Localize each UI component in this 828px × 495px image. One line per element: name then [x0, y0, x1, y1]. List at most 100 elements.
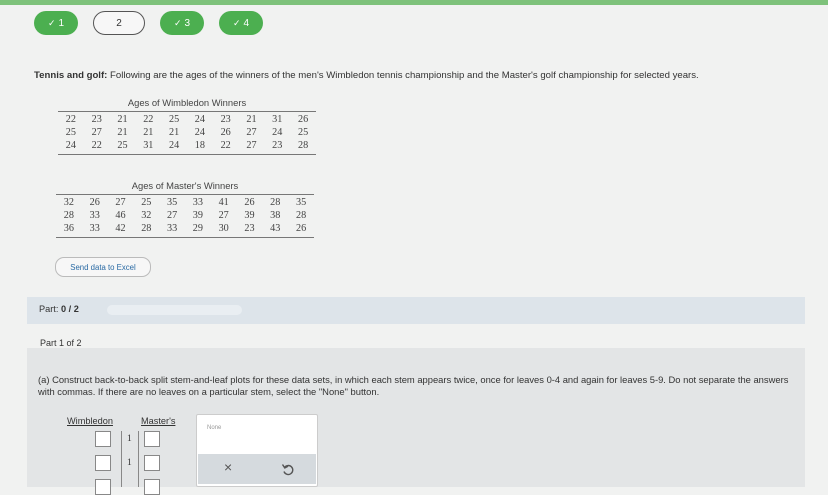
masters-column-label: Master's [141, 416, 176, 426]
question-number: 1 [58, 17, 65, 29]
part-label: Part: 0 / 2 [39, 304, 79, 314]
wimbledon-leaf-input[interactable] [95, 455, 111, 471]
table-cell: 33 [81, 222, 108, 238]
table-cell: 35 [159, 194, 185, 209]
table-cell: 27 [238, 139, 265, 155]
table-cell: 18 [186, 139, 213, 155]
table-cell: 21 [109, 111, 136, 126]
question-2-button[interactable]: 2 [93, 11, 145, 35]
answer-tool-panel: None × [196, 414, 318, 487]
stem-divider-right [138, 431, 139, 487]
table-cell: 23 [236, 222, 263, 238]
stem-label: 1 [127, 458, 132, 468]
table-row: 22 23 21 22 25 24 23 21 31 26 [58, 111, 316, 126]
table-cell: 24 [161, 139, 187, 155]
check-icon: ✓ [232, 17, 241, 28]
tool-bar: × [198, 454, 316, 484]
table-cell: 39 [192, 210, 203, 221]
masters-leaf-input[interactable] [144, 455, 160, 471]
part-label-prefix: Part: [39, 304, 61, 314]
table-cell: 46 [115, 210, 126, 221]
table-cell: 22 [58, 111, 84, 126]
table-cell: 33 [184, 194, 211, 209]
table-cell: 27 [91, 127, 102, 138]
wimbledon-table: Ages of Wimbledon Winners 22 23 21 22 25 24 23… [58, 97, 316, 155]
table-cell: 23 [83, 111, 110, 126]
table-cell: 28 [295, 210, 307, 221]
check-icon: ✓ [47, 17, 56, 28]
table-cell: 22 [212, 139, 239, 155]
table-cell: 33 [159, 222, 185, 238]
prompt-title: Tennis and golf: [34, 70, 108, 81]
part-count: 0 / 2 [60, 304, 79, 314]
table-cell: 26 [288, 222, 314, 238]
table-row: 28 33 46 32 27 39 27 39 38 28 [56, 209, 314, 222]
table-cell: 24 [272, 127, 283, 138]
table-cell: 25 [109, 139, 136, 155]
table-cell: 27 [166, 210, 178, 221]
table-cell: 31 [135, 139, 162, 155]
question-number: 2 [116, 17, 122, 29]
table-cell: 41 [210, 194, 237, 209]
table-cell: 39 [244, 210, 255, 221]
table-cell: 28 [133, 222, 160, 238]
table-cell: 25 [133, 194, 160, 209]
table-cell: 25 [65, 127, 76, 138]
undo-icon[interactable] [280, 461, 296, 477]
table-cell: 21 [143, 127, 154, 138]
table-cell: 28 [63, 210, 74, 221]
none-button[interactable]: None [207, 425, 221, 431]
part-header-label: Part 1 of 2 [40, 338, 82, 348]
table-cell: 22 [135, 111, 162, 126]
wimbledon-leaf-input[interactable] [95, 479, 111, 495]
table-cell: 26 [236, 194, 263, 209]
table-cell: 28 [290, 139, 316, 155]
table-cell: 27 [218, 210, 229, 221]
table-cell: 24 [186, 111, 213, 126]
table-cell: 27 [107, 194, 134, 209]
instruction-text: (a) Construct back-to-back split stem-an… [38, 374, 789, 397]
question-nav: ✓ 1 2 ✓ 3 ✓ 4 [34, 11, 263, 35]
masters-caption: Ages of Master's Winners [131, 180, 239, 191]
table-row: 32 26 27 25 35 33 41 26 28 35 [56, 194, 314, 209]
stem-label: 1 [127, 434, 132, 444]
question-number: 3 [184, 17, 191, 29]
table-cell: 30 [210, 222, 237, 238]
table-cell: 33 [89, 210, 100, 221]
top-accent-bar [0, 0, 828, 5]
table-cell: 26 [220, 127, 231, 138]
table-cell: 38 [270, 210, 281, 221]
prompt-text: Following are the ages of the winners of… [107, 70, 699, 81]
question-content: (a) Construct back-to-back split stem-an… [27, 348, 805, 495]
question-1-button[interactable]: ✓ 1 [34, 11, 78, 35]
table-cell: 29 [184, 222, 211, 238]
masters-leaf-input[interactable] [144, 431, 160, 447]
table-cell: 42 [107, 222, 134, 238]
table-row: 36 33 42 28 33 29 30 23 43 26 [56, 222, 314, 238]
table-cell: 21 [238, 111, 265, 126]
table-cell: 25 [297, 127, 309, 138]
table-cell: 43 [262, 222, 289, 238]
table-cell: 28 [262, 194, 289, 209]
masters-leaf-input[interactable] [144, 479, 160, 495]
table-cell: 26 [290, 111, 316, 126]
question-3-button[interactable]: ✓ 3 [160, 11, 204, 35]
table-cell: 21 [168, 127, 180, 138]
table-cell: 27 [246, 127, 257, 138]
part-header: Part 1 of 2 [27, 332, 805, 348]
check-icon: ✓ [173, 17, 182, 28]
question-number: 4 [243, 17, 250, 29]
clear-icon[interactable]: × [224, 459, 232, 475]
send-to-excel-button[interactable]: Send data to Excel [55, 257, 151, 277]
wimbledon-column-label: Wimbledon [67, 416, 113, 426]
table-cell: 25 [161, 111, 187, 126]
question-4-button[interactable]: ✓ 4 [219, 11, 263, 35]
progress-track [107, 305, 242, 315]
table-row: 25 27 21 21 21 24 26 27 24 25 [58, 126, 316, 139]
table-cell: 31 [264, 111, 291, 126]
stem-divider-left [121, 431, 122, 487]
table-cell: 24 [194, 127, 205, 138]
wimbledon-leaf-input[interactable] [95, 431, 111, 447]
table-row: 24 22 25 31 24 18 22 27 23 28 [58, 139, 316, 155]
table-cell: 23 [264, 139, 291, 155]
